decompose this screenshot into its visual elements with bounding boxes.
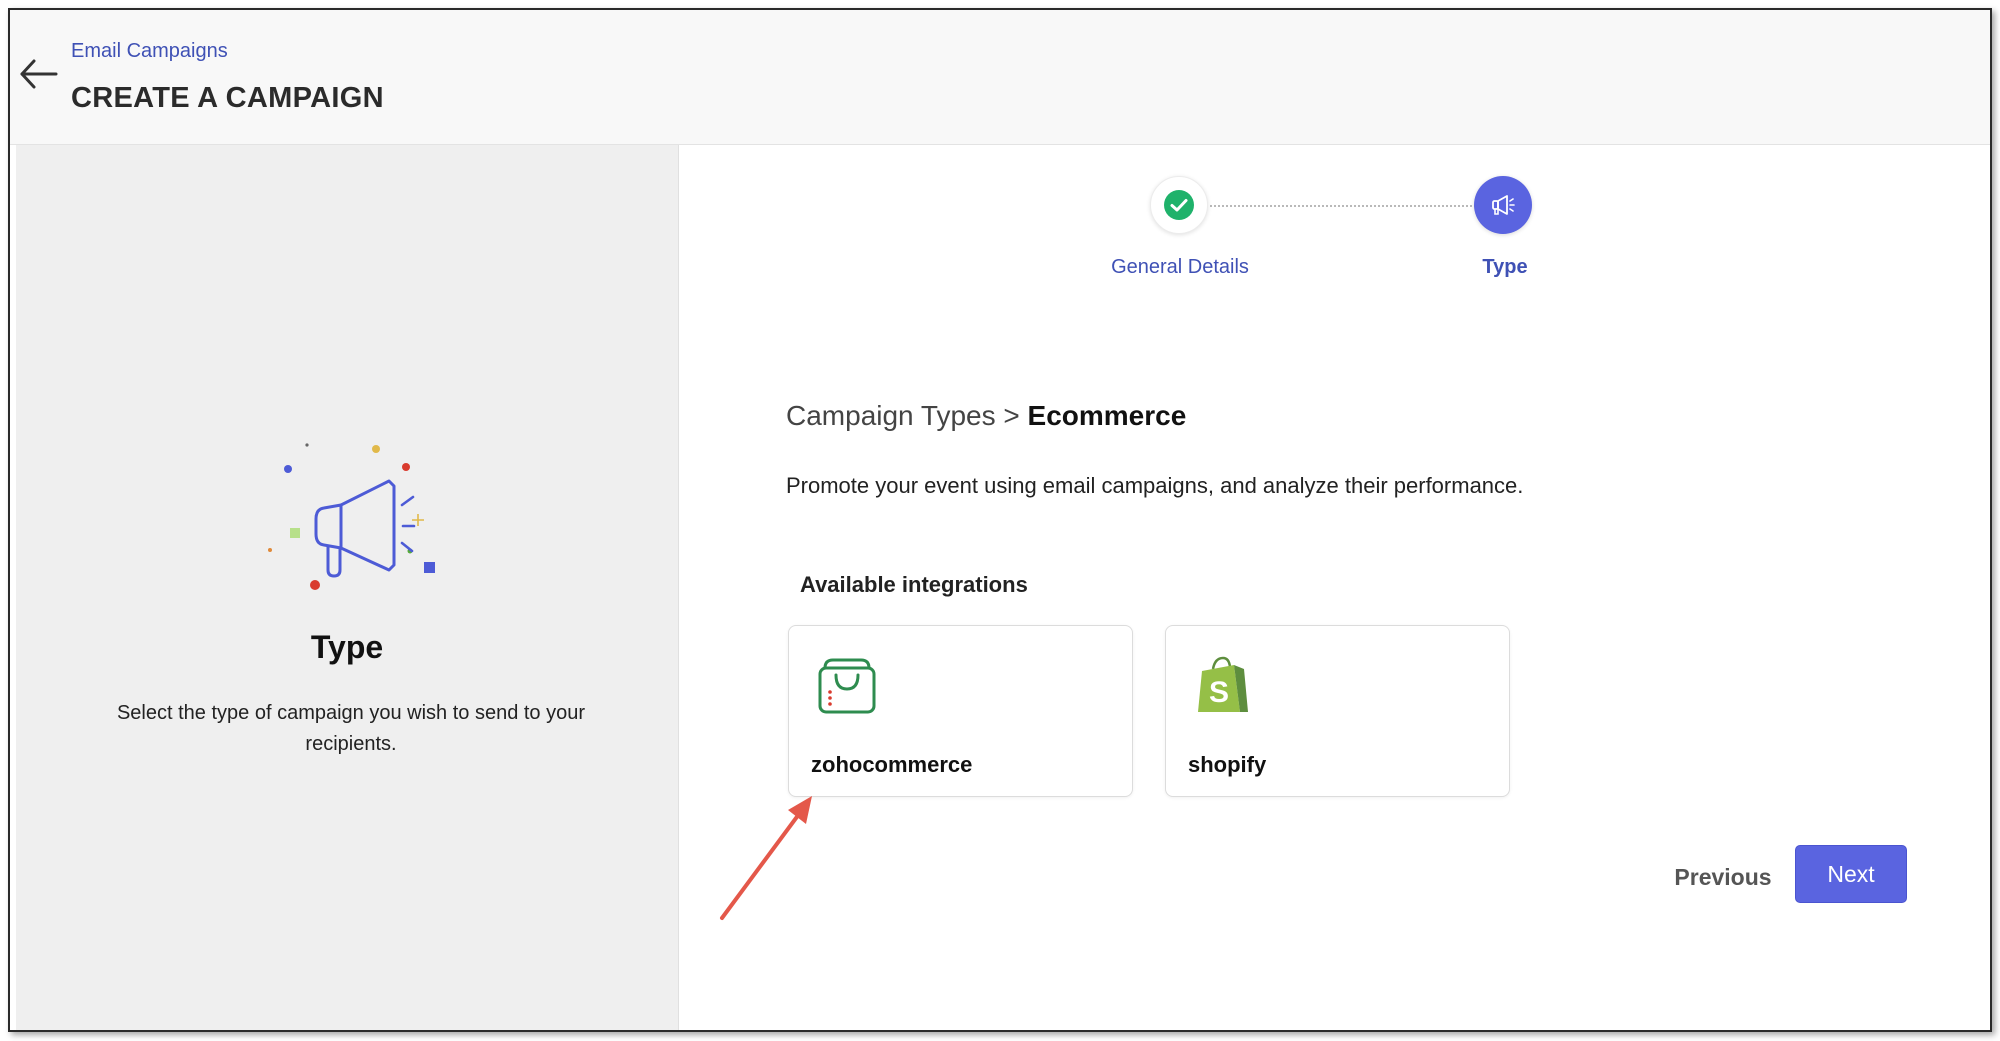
crumb-separator: >: [1003, 400, 1020, 431]
integration-card-zohocommerce[interactable]: zohocommerce: [788, 625, 1133, 797]
step-label-general-details[interactable]: General Details: [1100, 256, 1260, 279]
megaphone-icon: [1492, 195, 1515, 215]
svg-text:S: S: [1209, 676, 1229, 709]
arrow-left-icon: [20, 59, 58, 89]
integration-name-shopify: shopify: [1188, 752, 1267, 777]
shopify-bag-icon: S: [1198, 656, 1248, 712]
zohocommerce-bag-icon: [818, 658, 876, 714]
next-button[interactable]: Next: [1795, 845, 1907, 903]
page-header: Email Campaigns CREATE A CAMPAIGN: [10, 10, 1990, 145]
step-general-details[interactable]: [1150, 176, 1208, 234]
stepper-connector: [1210, 205, 1480, 207]
left-info-panel: Type Select the type of campaign you wis…: [16, 145, 679, 1030]
left-panel-description: Select the type of campaign you wish to …: [116, 702, 586, 755]
page-title: CREATE A CAMPAIGN: [71, 82, 384, 114]
step-label-type[interactable]: Type: [1430, 256, 1580, 279]
integrations-heading: Available integrations: [800, 572, 1028, 597]
breadcrumb-email-campaigns[interactable]: Email Campaigns: [71, 40, 228, 63]
integration-name-zohocommerce: zohocommerce: [811, 752, 973, 777]
annotation-arrow-icon: [720, 796, 812, 920]
step-type[interactable]: [1474, 176, 1532, 234]
previous-button[interactable]: Previous: [1658, 848, 1788, 906]
back-button[interactable]: [14, 50, 62, 98]
crumb-campaign-types[interactable]: Campaign Types: [786, 400, 996, 431]
check-icon: [1164, 190, 1194, 220]
campaign-types-breadcrumb: Campaign Types > Ecommerce: [786, 400, 1186, 432]
app-window: Email Campaigns CREATE A CAMPAIGN Type S…: [8, 8, 1992, 1032]
megaphone-icon: [268, 443, 435, 590]
left-panel-title: Type: [310, 629, 384, 665]
crumb-ecommerce: Ecommerce: [1027, 400, 1187, 431]
integration-card-shopify[interactable]: S shopify: [1165, 625, 1510, 797]
campaign-type-description: Promote your event using email campaigns…: [786, 473, 1524, 498]
